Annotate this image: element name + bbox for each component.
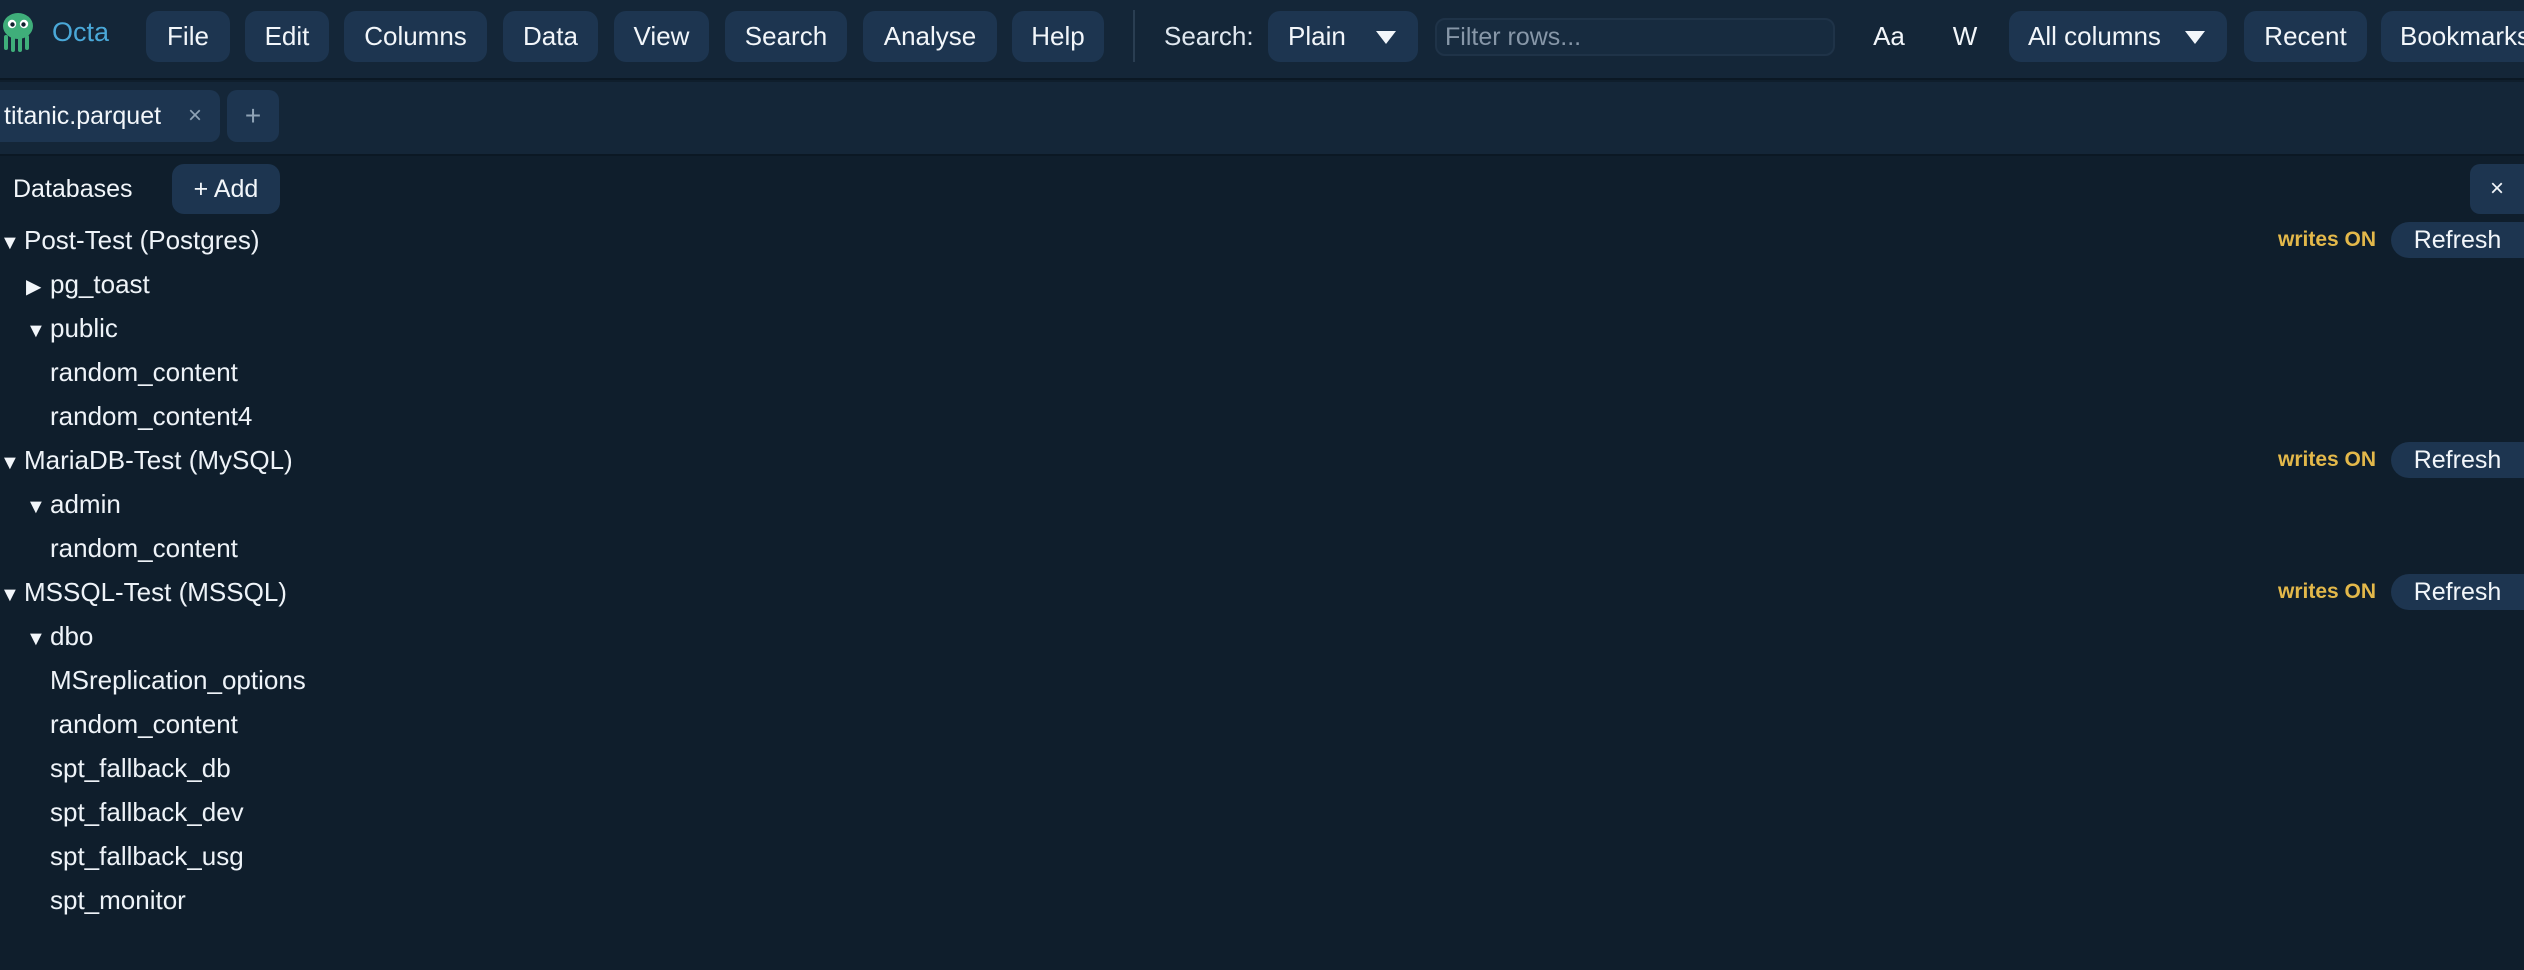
triangle-down-icon: ▼ bbox=[26, 320, 46, 342]
table-item[interactable]: random_content bbox=[50, 702, 238, 746]
chevron-down-icon bbox=[2185, 31, 2205, 44]
schema-label: dbo bbox=[50, 621, 94, 651]
menu-columns[interactable]: Columns bbox=[344, 11, 487, 62]
recent-button[interactable]: Recent bbox=[2244, 11, 2367, 62]
triangle-down-icon: ▼ bbox=[0, 584, 20, 606]
connection-label: MariaDB-Test (MySQL) bbox=[24, 445, 293, 475]
schema-dbo[interactable]: ▼ dbo bbox=[26, 614, 93, 658]
menu-edit[interactable]: Edit bbox=[245, 11, 329, 62]
app-name: Octa bbox=[52, 17, 110, 47]
schema-label: public bbox=[50, 313, 118, 343]
writes-status: writes ON bbox=[2278, 228, 2377, 251]
table-item[interactable]: random_content bbox=[50, 526, 238, 570]
connection-label: MSSQL-Test (MSSQL) bbox=[24, 577, 287, 607]
connection-mariadb-test[interactable]: ▼ MariaDB-Test (MySQL) bbox=[0, 438, 293, 482]
search-scope-value: All columns bbox=[2028, 21, 2161, 51]
search-mode-select[interactable]: Plain bbox=[1268, 11, 1418, 62]
filter-rows-input[interactable] bbox=[1435, 18, 1835, 56]
whole-word-button[interactable]: W bbox=[1940, 11, 1990, 62]
writes-status: writes ON bbox=[2278, 580, 2377, 603]
writes-status: writes ON bbox=[2278, 448, 2377, 471]
schema-label: admin bbox=[50, 489, 121, 519]
bookmarks-button[interactable]: Bookmarks bbox=[2381, 11, 2524, 62]
schema-pg-toast[interactable]: ▶ pg_toast bbox=[26, 262, 150, 306]
tab-label: titanic.parquet bbox=[4, 102, 162, 130]
panel-title: Databases bbox=[13, 175, 133, 203]
triangle-down-icon: ▼ bbox=[0, 232, 20, 254]
menu-analyse[interactable]: Analyse bbox=[863, 11, 997, 62]
connection-label: Post-Test (Postgres) bbox=[24, 225, 260, 255]
schema-label: pg_toast bbox=[50, 269, 150, 299]
refresh-button[interactable]: Refresh bbox=[2391, 442, 2524, 478]
search-mode-value: Plain bbox=[1288, 21, 1346, 51]
table-item[interactable]: random_content bbox=[50, 350, 238, 394]
table-item[interactable]: spt_fallback_db bbox=[50, 746, 231, 790]
refresh-button[interactable]: Refresh bbox=[2391, 222, 2524, 258]
refresh-button[interactable]: Refresh bbox=[2391, 574, 2524, 610]
table-item[interactable]: spt_fallback_usg bbox=[50, 834, 244, 878]
search-label: Search: bbox=[1164, 21, 1254, 51]
menu-view[interactable]: View bbox=[614, 11, 709, 62]
table-item[interactable]: random_content4 bbox=[50, 394, 252, 438]
octopus-logo-icon bbox=[3, 13, 33, 52]
menu-separator bbox=[1133, 10, 1135, 62]
connection-mssql-test[interactable]: ▼ MSSQL-Test (MSSQL) bbox=[0, 570, 287, 614]
tab-bar: titanic.parquet × + bbox=[0, 82, 2524, 156]
menu-bar: Octa File Edit Columns Data View Search … bbox=[0, 0, 2524, 80]
tab-titanic-parquet[interactable]: titanic.parquet × bbox=[0, 90, 220, 142]
add-database-button[interactable]: + Add bbox=[172, 164, 280, 214]
close-panel-button[interactable]: × bbox=[2470, 164, 2524, 214]
table-item[interactable]: spt_monitor bbox=[50, 878, 186, 922]
search-scope-select[interactable]: All columns bbox=[2009, 11, 2227, 62]
triangle-right-icon: ▶ bbox=[26, 276, 42, 298]
menu-file[interactable]: File bbox=[146, 11, 230, 62]
menu-search[interactable]: Search bbox=[725, 11, 847, 62]
new-tab-button[interactable]: + bbox=[227, 90, 279, 142]
connection-post-test[interactable]: ▼ Post-Test (Postgres) bbox=[0, 218, 260, 262]
triangle-down-icon: ▼ bbox=[0, 452, 20, 474]
schema-admin[interactable]: ▼ admin bbox=[26, 482, 121, 526]
menu-help[interactable]: Help bbox=[1012, 11, 1104, 62]
chevron-down-icon bbox=[1376, 31, 1396, 44]
schema-public[interactable]: ▼ public bbox=[26, 306, 118, 350]
close-icon[interactable]: × bbox=[188, 90, 202, 142]
table-item[interactable]: spt_fallback_dev bbox=[50, 790, 244, 834]
triangle-down-icon: ▼ bbox=[26, 628, 46, 650]
match-case-button[interactable]: Aa bbox=[1864, 11, 1914, 62]
triangle-down-icon: ▼ bbox=[26, 496, 46, 518]
table-item[interactable]: MSreplication_options bbox=[50, 658, 306, 702]
menu-data[interactable]: Data bbox=[503, 11, 598, 62]
